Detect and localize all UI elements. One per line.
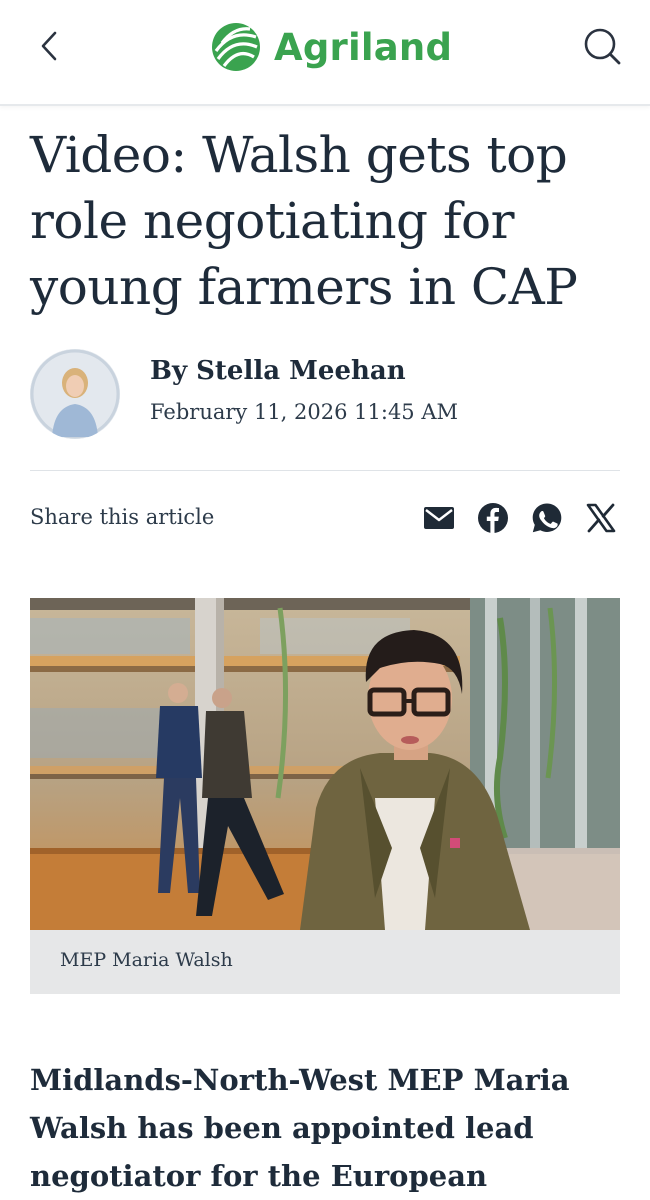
leaf-logo-icon bbox=[212, 23, 260, 71]
email-share-button[interactable] bbox=[423, 502, 455, 534]
author-avatar[interactable] bbox=[30, 349, 120, 439]
divider bbox=[30, 470, 620, 471]
search-button[interactable] bbox=[580, 24, 624, 68]
facebook-icon bbox=[478, 503, 508, 533]
agriland-logo[interactable]: Agriland bbox=[210, 20, 452, 74]
article-image[interactable] bbox=[30, 598, 620, 930]
logo-text: Agriland bbox=[274, 25, 453, 69]
email-icon bbox=[424, 507, 454, 529]
article-lead: Midlands-North-West MEP Maria Walsh has … bbox=[30, 1063, 570, 1193]
author-photo bbox=[30, 349, 120, 439]
whatsapp-icon bbox=[532, 503, 562, 533]
image-caption-box: MEP Maria Walsh bbox=[30, 930, 620, 994]
top-bar: Agriland bbox=[0, 0, 650, 106]
chevron-left-icon bbox=[41, 31, 57, 61]
publish-date: February 11, 2026 11:45 AM bbox=[150, 400, 459, 424]
author-name[interactable]: By Stella Meehan bbox=[150, 356, 406, 386]
back-button[interactable] bbox=[34, 26, 70, 66]
x-share-button[interactable] bbox=[585, 502, 617, 534]
article-headline: Video: Walsh gets top role negotiating f… bbox=[30, 126, 578, 316]
x-icon bbox=[586, 503, 616, 533]
search-icon bbox=[584, 28, 621, 65]
image-caption: MEP Maria Walsh bbox=[60, 949, 233, 971]
facebook-share-button[interactable] bbox=[477, 502, 509, 534]
whatsapp-share-button[interactable] bbox=[531, 502, 563, 534]
article-photo bbox=[30, 598, 620, 930]
share-label: Share this article bbox=[30, 505, 215, 529]
